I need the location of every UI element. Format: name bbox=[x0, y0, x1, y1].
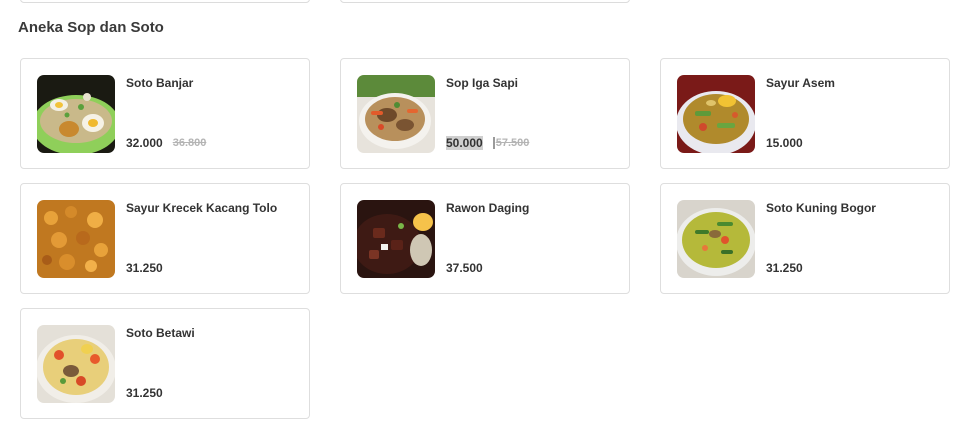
soto-betawi-photo bbox=[37, 325, 115, 403]
price-row: 31.250 bbox=[126, 386, 163, 400]
menu-item-card[interactable]: Sayur Asem 15.000 bbox=[660, 58, 950, 169]
price-row: 37.500 bbox=[446, 261, 483, 275]
price-row: 31.250 bbox=[766, 261, 803, 275]
item-name: Rawon Daging bbox=[446, 201, 530, 215]
item-name: Soto Banjar bbox=[126, 76, 194, 90]
menu-item-card[interactable]: Soto Kuning Bogor 31.250 bbox=[660, 183, 950, 294]
sop-iga-sapi-photo bbox=[357, 75, 435, 153]
price-row: 31.250 bbox=[126, 261, 163, 275]
sayur-krecek-photo bbox=[37, 200, 115, 278]
item-name: Soto Kuning Bogor bbox=[766, 201, 876, 215]
price-row: 50.000 57.500 bbox=[446, 136, 529, 150]
item-name: Sop Iga Sapi bbox=[446, 76, 519, 90]
sayur-asem-photo bbox=[677, 75, 755, 153]
menu-item-card[interactable]: Sop Iga Sapi 50.000 57.500 bbox=[340, 58, 630, 169]
item-price: 32.000 bbox=[126, 136, 163, 150]
item-price: 50.000 bbox=[446, 136, 483, 150]
item-price: 31.250 bbox=[126, 261, 163, 275]
previous-card-stub[interactable] bbox=[20, 0, 310, 3]
soto-kuning-bogor-photo bbox=[677, 200, 755, 278]
item-price: 31.250 bbox=[126, 386, 163, 400]
menu-item-card[interactable]: Soto Betawi 31.250 bbox=[20, 308, 310, 419]
item-name: Sayur Krecek Kacang Tolo bbox=[126, 201, 278, 215]
item-price: 15.000 bbox=[766, 136, 803, 150]
previous-card-stub[interactable] bbox=[340, 0, 630, 3]
item-name: Sayur Asem bbox=[766, 76, 835, 90]
item-original-price: 36.800 bbox=[172, 137, 207, 149]
menu-grid: Soto Banjar 32.000 36.800 Sop Iga Sapi 5… bbox=[20, 58, 950, 419]
menu-item-card[interactable]: Rawon Daging 37.500 bbox=[340, 183, 630, 294]
price-row: 32.000 36.800 bbox=[126, 136, 206, 150]
section-title: Aneka Sop dan Soto bbox=[18, 19, 164, 36]
item-original-price: 57.500 bbox=[492, 137, 529, 149]
soto-banjar-photo bbox=[37, 75, 115, 153]
menu-item-card[interactable]: Sayur Krecek Kacang Tolo 31.250 bbox=[20, 183, 310, 294]
rawon-daging-photo bbox=[357, 200, 435, 278]
item-name: Soto Betawi bbox=[126, 326, 195, 340]
item-price: 37.500 bbox=[446, 261, 483, 275]
menu-page: Aneka Sop dan Soto Soto Banjar 32.000 36… bbox=[0, 0, 967, 431]
item-price: 31.250 bbox=[766, 261, 803, 275]
menu-item-card[interactable]: Soto Banjar 32.000 36.800 bbox=[20, 58, 310, 169]
price-row: 15.000 bbox=[766, 136, 803, 150]
